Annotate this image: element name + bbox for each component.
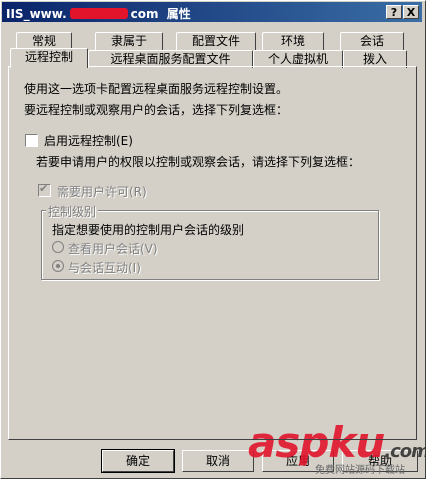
control-level-desc: 指定想要使用的控制用户会话的级别: [52, 223, 245, 237]
permission-desc: 若要申请用户的权限以控制或观察会话，请选择下列复选框：: [36, 155, 361, 169]
tab-remote-control[interactable]: 远程控制: [10, 48, 88, 68]
interact-session-radio[interactable]: [52, 260, 64, 272]
help-title-button[interactable]: ?: [386, 5, 402, 19]
require-permission-checkbox[interactable]: ✔: [38, 182, 51, 197]
tab-environment[interactable]: 环境: [262, 32, 324, 50]
require-permission-label: 需要用户许可(R): [57, 185, 147, 199]
enable-remote-control-label: 启用远程控制(E): [44, 134, 133, 148]
watermark-slogan: 免费网站源码下载站: [315, 465, 405, 476]
intro-text-2: 要远程控制或观察用户的会话，选择下列复选框：: [24, 103, 289, 117]
window-title: IIS_www. com 属性: [6, 7, 191, 21]
check-icon: ✔: [39, 182, 49, 195]
interact-session-label: 与会话互动(I): [68, 261, 141, 275]
title-bar[interactable]: IIS_www. com 属性 ? X: [2, 2, 422, 22]
enable-remote-control-checkbox[interactable]: [25, 134, 38, 147]
ok-button[interactable]: 确定: [101, 449, 175, 473]
control-level-label: 控制级别: [46, 203, 99, 220]
intro-text-1: 使用这一选项卡配置远程桌面服务远程控制设置。: [24, 82, 289, 96]
view-session-radio[interactable]: [52, 241, 64, 253]
tab-profile[interactable]: 配置文件: [176, 32, 256, 50]
redacted-mask: [69, 8, 128, 19]
tab-member-of[interactable]: 隶属于: [95, 32, 163, 50]
tab-sessions[interactable]: 会话: [340, 32, 404, 50]
close-title-button[interactable]: X: [403, 5, 419, 19]
cancel-button[interactable]: 取消: [182, 450, 254, 472]
view-session-label: 查看用户会话(V): [68, 242, 158, 256]
